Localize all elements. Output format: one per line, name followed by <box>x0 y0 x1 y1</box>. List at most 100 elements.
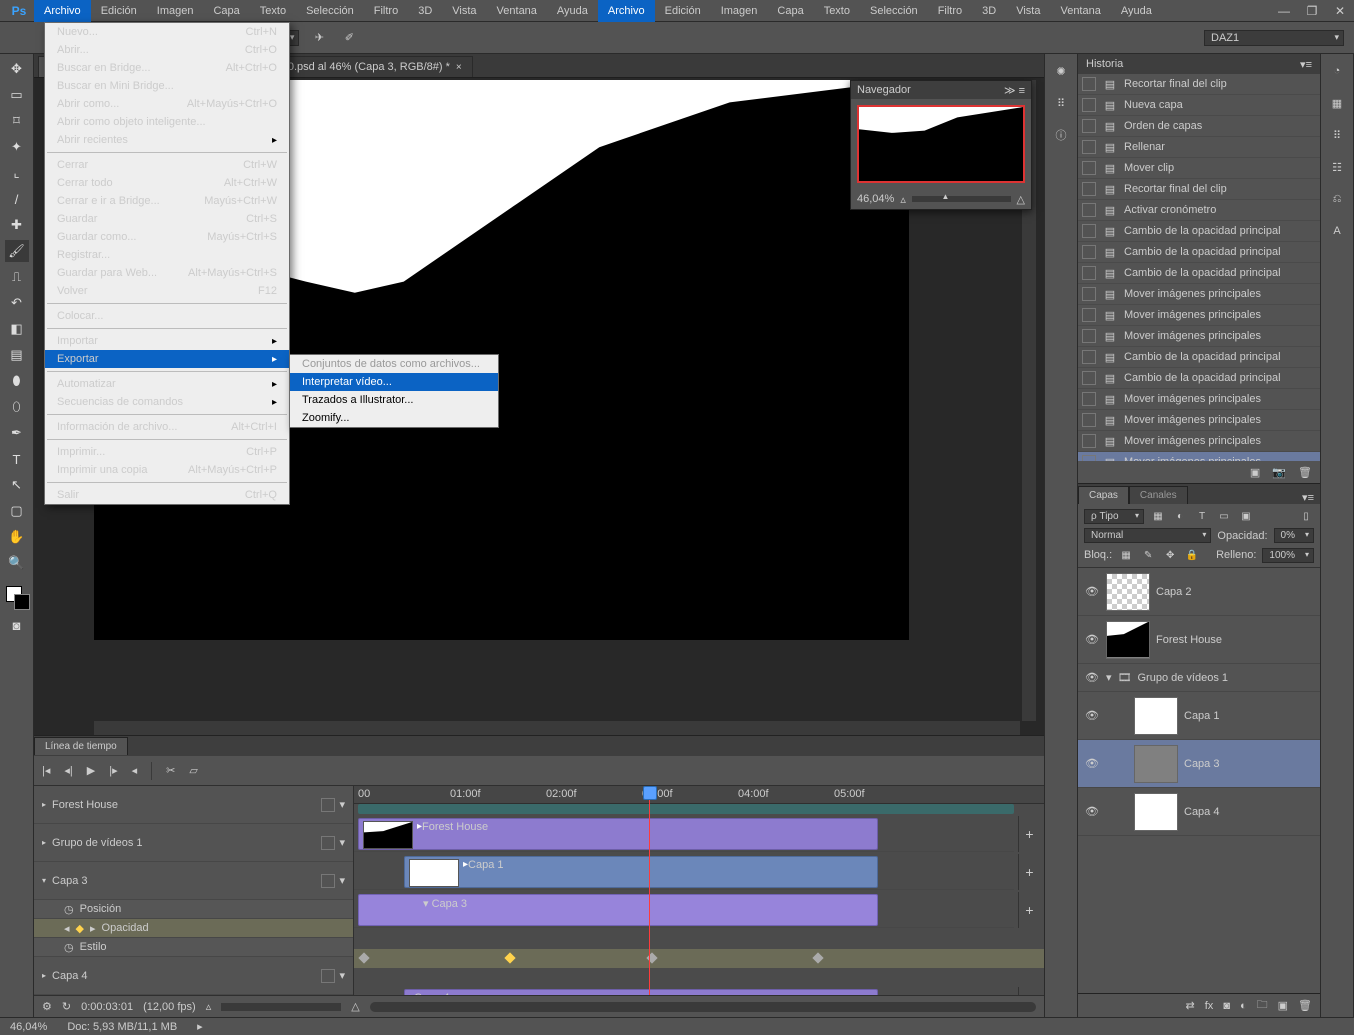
color-swatch[interactable] <box>4 584 30 610</box>
filter-smart-icon[interactable]: ▣ <box>1238 508 1254 524</box>
hand-tool-icon[interactable]: ✋ <box>5 526 29 548</box>
time-ruler[interactable]: 00 01:00f 02:00f 03:00f 04:00f 05:00f <box>354 786 1044 804</box>
history-item[interactable]: ▤Orden de capas <box>1078 116 1320 137</box>
panel-icon[interactable]: ✺ <box>1050 60 1072 82</box>
menu-item[interactable]: Secuencias de comandos <box>45 393 289 411</box>
window-close-icon[interactable]: ✕ <box>1326 0 1354 22</box>
history-item[interactable]: ▤Nueva capa <box>1078 95 1320 116</box>
history-snapshot-icon[interactable]: 📷 <box>1272 466 1286 479</box>
stamp-tool-icon[interactable]: ⎍ <box>5 266 29 288</box>
menu-filtro[interactable]: Filtro <box>928 0 972 22</box>
navigator-panel[interactable]: Navegador≫ ≡ 46,04% ▵ △ <box>850 80 1032 210</box>
history-item[interactable]: ▤Mover imágenes principales <box>1078 305 1320 326</box>
menu-imagen[interactable]: Imagen <box>711 0 768 22</box>
timeline-track-header[interactable]: ▾Capa 3▾ <box>34 862 353 900</box>
playhead[interactable] <box>649 786 650 995</box>
history-checkbox[interactable] <box>1082 203 1096 217</box>
kf-toggle-icon[interactable]: ◆ <box>76 922 84 935</box>
menu-item[interactable]: Imprimir una copiaAlt+Mayús+Ctrl+P <box>45 461 289 479</box>
track-opt-icon[interactable] <box>321 874 335 888</box>
history-item[interactable]: ▤Mover imágenes principales <box>1078 326 1320 347</box>
blend-mode-select[interactable]: Normal <box>1084 528 1211 543</box>
layer-mask-icon[interactable]: ◙ <box>1223 1000 1230 1012</box>
blur-tool-icon[interactable]: ⬮ <box>5 370 29 392</box>
new-group-icon[interactable]: 🗀 <box>1257 996 1268 1015</box>
pressure-size-icon[interactable]: ✐ <box>339 28 359 48</box>
history-checkbox[interactable] <box>1082 308 1096 322</box>
menu-item[interactable]: Guardar como...Mayús+Ctrl+S <box>45 228 289 246</box>
goto-pron-icon[interactable]: |◂ <box>42 764 50 777</box>
history-item[interactable]: ▤Mover imágenes principales <box>1078 284 1320 305</box>
keyframe-row-posicion[interactable] <box>354 930 1044 949</box>
layer-filter-select[interactable]: ρ Tipo <box>1084 509 1144 524</box>
layer-fx-icon[interactable]: fx <box>1205 1000 1214 1012</box>
history-item[interactable]: ▤Mover imágenes principales <box>1078 410 1320 431</box>
disclosure-icon[interactable]: ▸ <box>42 971 46 980</box>
menu-ventana[interactable]: Ventana <box>1050 0 1110 22</box>
menu-item[interactable]: Cerrar todoAlt+Ctrl+W <box>45 174 289 192</box>
tl-loop-icon[interactable]: ↻ <box>62 1000 71 1013</box>
zoom-in-icon[interactable]: △ <box>1017 193 1025 206</box>
filter-toggle-icon[interactable]: ▯ <box>1298 508 1314 524</box>
visibility-icon[interactable]: 👁 <box>1084 709 1100 722</box>
menu-capa[interactable]: Capa <box>767 0 813 22</box>
add-media-button[interactable]: + <box>1018 854 1040 890</box>
split-clip-icon[interactable]: ✂ <box>166 764 175 777</box>
menu-item[interactable]: GuardarCtrl+S <box>45 210 289 228</box>
filter-adjust-icon[interactable]: ◐ <box>1172 508 1188 524</box>
dodge-tool-icon[interactable]: ⬯ <box>5 396 29 418</box>
keyframe-row-estilo[interactable] <box>354 968 1044 987</box>
document-tab[interactable]: 000.psd al 46% (Capa 3, RGB/8#) *× <box>265 56 473 77</box>
stopwatch-icon[interactable]: ◷ <box>64 903 74 916</box>
menu-capa[interactable]: Capa <box>203 0 249 22</box>
history-item[interactable]: ▤Mover imágenes principales <box>1078 389 1320 410</box>
menu-texto[interactable]: Texto <box>250 0 296 22</box>
track-menu-icon[interactable]: ▾ <box>339 874 345 887</box>
layer-row[interactable]: 👁Capa 4 <box>1078 788 1320 836</box>
menu-item[interactable]: Guardar para Web...Alt+Mayús+Ctrl+S <box>45 264 289 282</box>
layer-row[interactable]: 👁Capa 2 <box>1078 568 1320 616</box>
panel-icon[interactable]: ⠿ <box>1050 92 1072 114</box>
history-item[interactable]: ▤Mover imágenes principales <box>1078 452 1320 461</box>
tl-zoomin-icon[interactable]: △ <box>351 1000 359 1013</box>
history-item[interactable]: ▤Cambio de la opacidad principal <box>1078 347 1320 368</box>
clip-capa4[interactable]: ▸ Capa 4 <box>404 989 878 995</box>
menu-archivo[interactable]: Archivo <box>598 0 655 22</box>
layer-thumbnail[interactable] <box>1134 793 1178 831</box>
panel-icon[interactable]: ☷ <box>1326 156 1348 178</box>
menu-edición[interactable]: Edición <box>655 0 711 22</box>
menu-edición[interactable]: Edición <box>91 0 147 22</box>
panel-icon[interactable]: ⠿ <box>1326 124 1348 146</box>
work-area-bar[interactable] <box>358 804 1014 814</box>
disclosure-icon[interactable]: ▸ <box>42 800 46 809</box>
heal-tool-icon[interactable]: ✚ <box>5 214 29 236</box>
history-checkbox[interactable] <box>1082 182 1096 196</box>
menu-ayuda[interactable]: Ayuda <box>1111 0 1162 22</box>
add-media-button[interactable]: + <box>1018 892 1040 928</box>
adjustment-layer-icon[interactable]: ◐ <box>1240 1000 1247 1012</box>
history-checkbox[interactable] <box>1082 140 1096 154</box>
menu-item[interactable]: Colocar... <box>45 307 289 325</box>
workspace-select[interactable]: DAZ1 <box>1204 30 1344 46</box>
tl-zoomout-icon[interactable]: ▵ <box>206 1000 212 1013</box>
quickmask-icon[interactable]: ◙ <box>5 614 29 636</box>
history-newdoc-icon[interactable]: ▣ <box>1250 466 1260 479</box>
track-opt-icon[interactable] <box>321 798 335 812</box>
disclosure-icon[interactable]: ▸ <box>42 838 46 847</box>
zoom-out-icon[interactable]: ▵ <box>900 193 906 206</box>
menu-item[interactable]: Buscar en Bridge...Alt+Ctrl+O <box>45 59 289 77</box>
menu-ayuda[interactable]: Ayuda <box>547 0 598 22</box>
layer-thumbnail[interactable] <box>1106 621 1150 659</box>
history-checkbox[interactable] <box>1082 224 1096 238</box>
menu-item[interactable]: Abrir...Ctrl+O <box>45 41 289 59</box>
submenu-item[interactable]: Zoomify... <box>290 409 498 427</box>
add-media-button[interactable]: + <box>1018 816 1040 852</box>
eyedropper-tool-icon[interactable]: / <box>5 188 29 210</box>
menu-vista[interactable]: Vista <box>442 0 486 22</box>
menu-item[interactable]: Buscar en Mini Bridge... <box>45 77 289 95</box>
menu-vista[interactable]: Vista <box>1006 0 1050 22</box>
layer-thumbnail[interactable] <box>1134 697 1178 735</box>
menu-item[interactable]: Exportar <box>45 350 289 368</box>
menu-3d[interactable]: 3D <box>972 0 1006 22</box>
next-kf-icon[interactable]: ▸ <box>90 922 96 935</box>
